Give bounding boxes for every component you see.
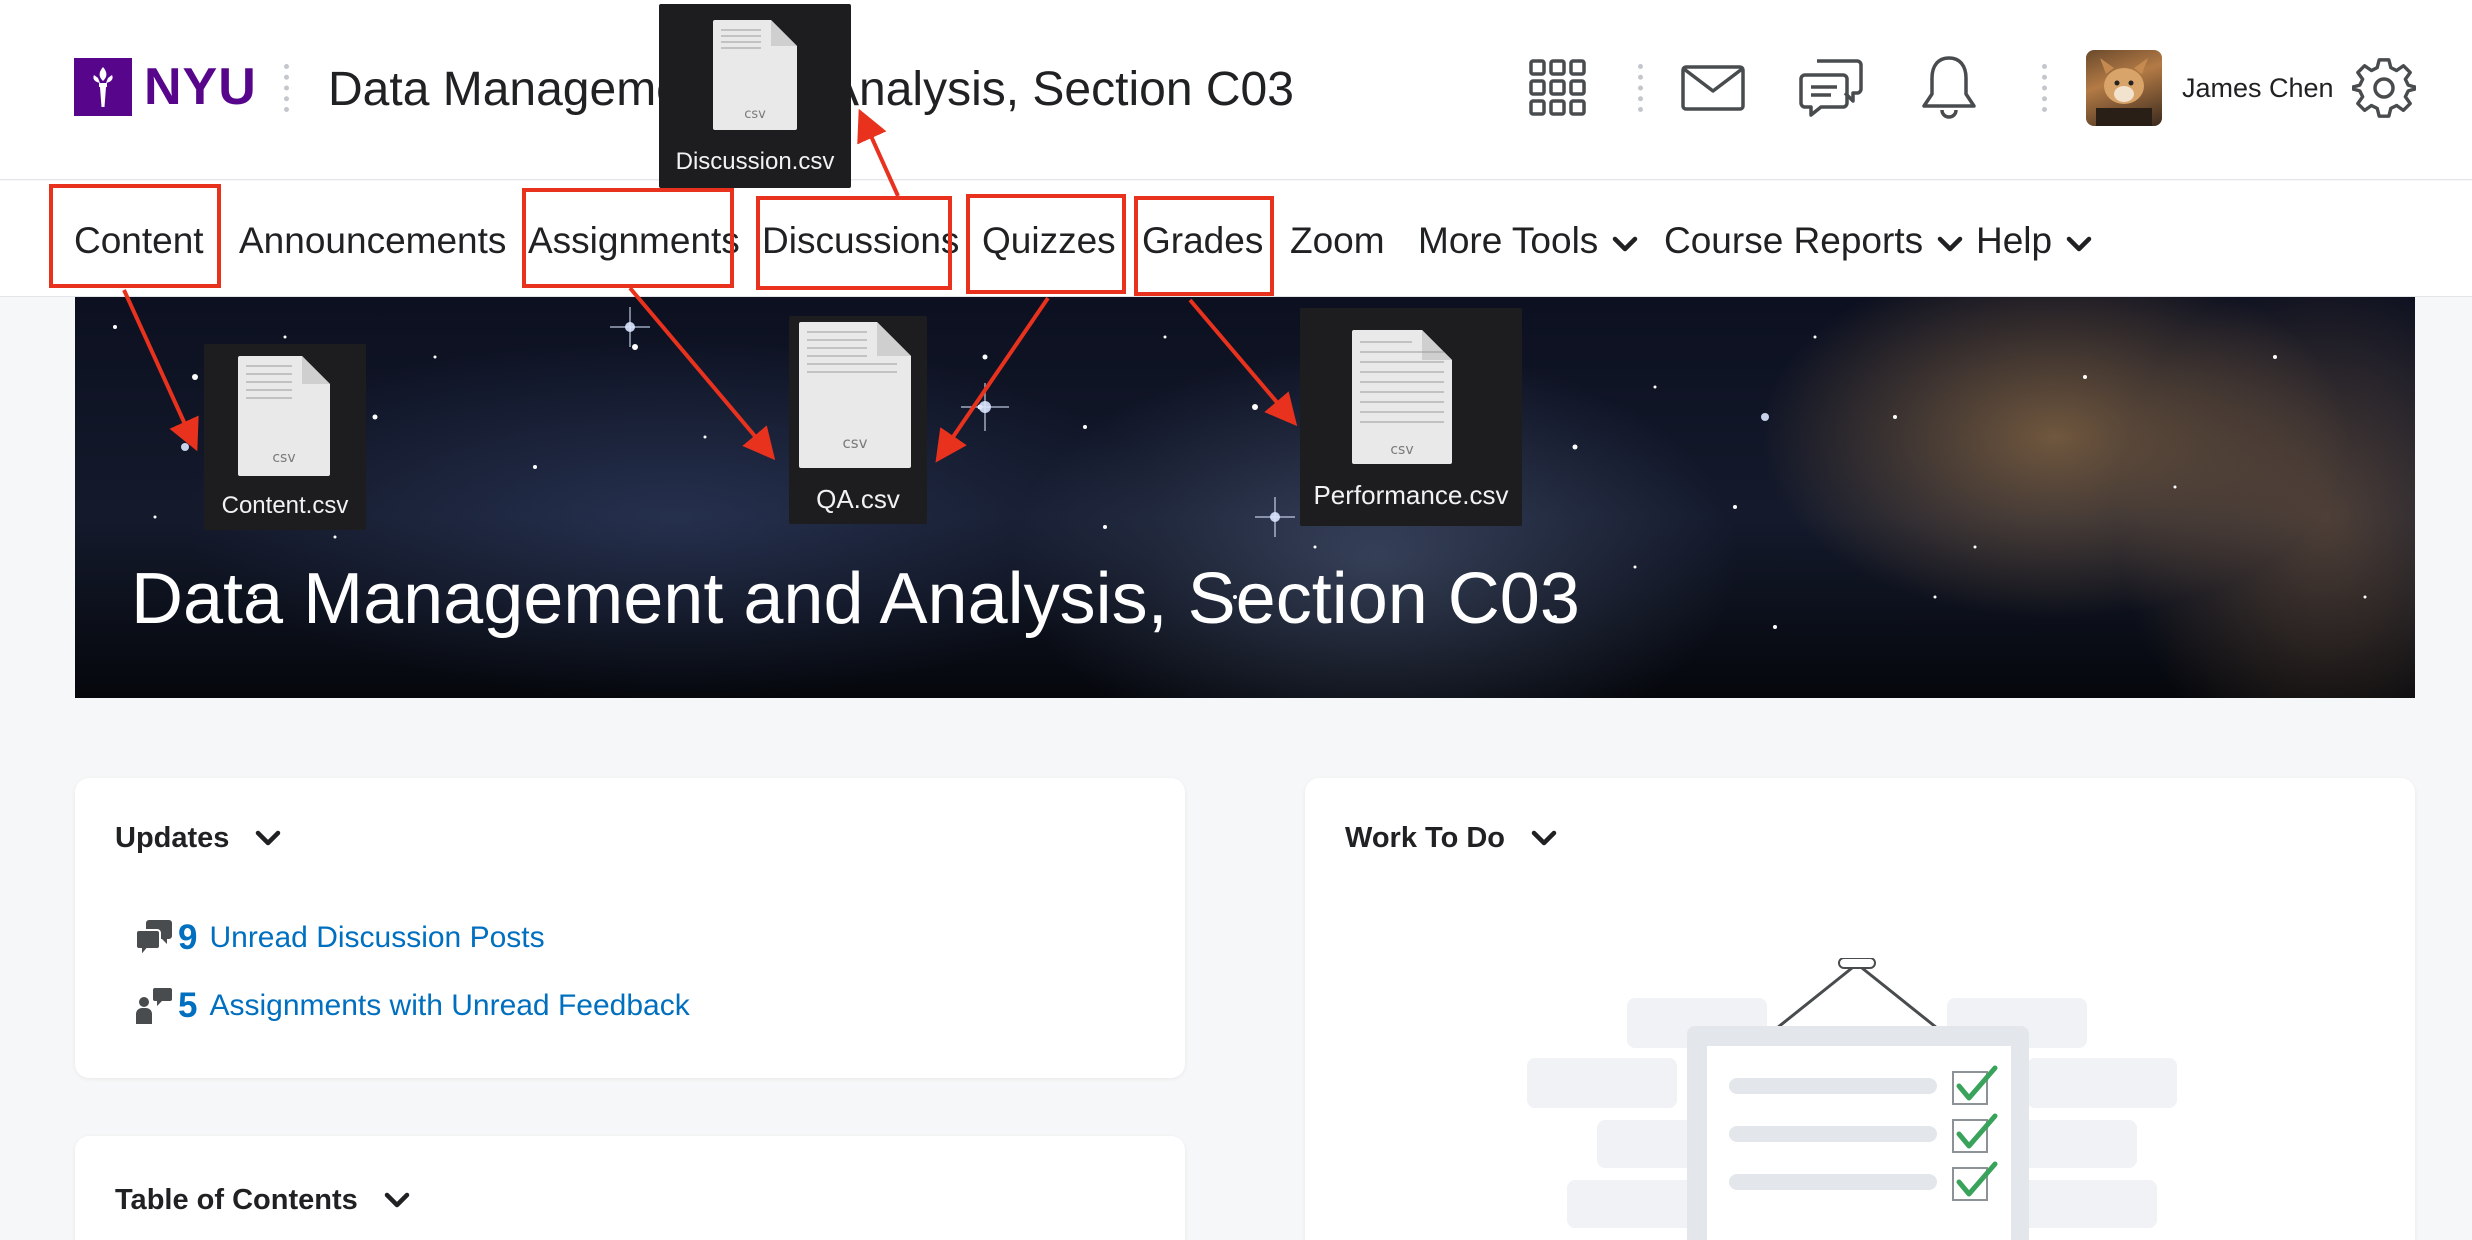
- toc-header[interactable]: Table of Contents: [115, 1184, 410, 1217]
- discussion-bubbles-icon: [134, 916, 174, 960]
- update-link[interactable]: Unread Discussion Posts: [209, 921, 544, 955]
- feedback-user-icon: [134, 984, 174, 1028]
- work-to-do-header[interactable]: Work To Do: [1345, 822, 1557, 855]
- table-of-contents-card: Table of Contents: [75, 1136, 1185, 1240]
- chevron-down-icon[interactable]: [384, 1184, 410, 1217]
- update-count: 9: [178, 918, 198, 957]
- checklist-illustration-icon: [1527, 958, 2177, 1240]
- updates-header[interactable]: Updates: [115, 822, 281, 855]
- chevron-down-icon[interactable]: [1531, 822, 1557, 855]
- update-count: 5: [178, 986, 198, 1025]
- card-title: Work To Do: [1345, 822, 1506, 854]
- update-item-feedback[interactable]: 5 Assignments with Unread Feedback: [134, 984, 690, 1028]
- card-title: Table of Contents: [115, 1184, 358, 1216]
- chevron-down-icon[interactable]: [255, 822, 281, 855]
- work-to-do-card: Work To Do: [1305, 778, 2415, 1240]
- update-link[interactable]: Assignments with Unread Feedback: [209, 989, 689, 1023]
- card-title: Updates: [115, 822, 230, 854]
- update-item-discussions[interactable]: 9 Unread Discussion Posts: [134, 916, 545, 960]
